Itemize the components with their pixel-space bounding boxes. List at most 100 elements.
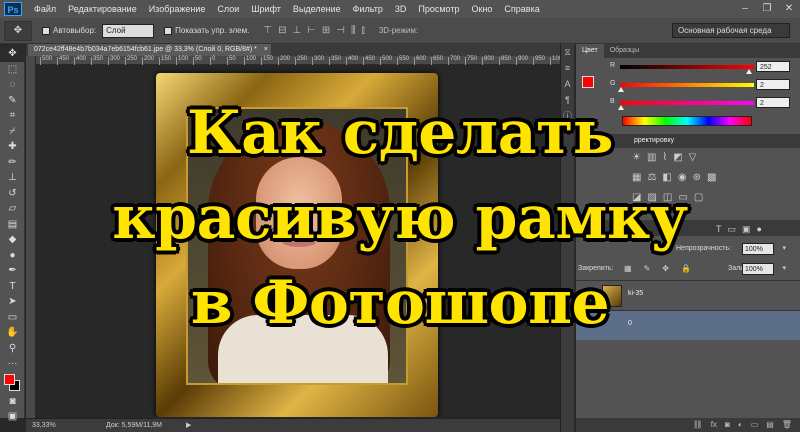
black-white-icon[interactable]: ◧ bbox=[662, 172, 671, 183]
menu-help[interactable]: Справка bbox=[498, 4, 545, 14]
headline-line-3: в Фотошопе bbox=[190, 268, 610, 338]
menu-3d[interactable]: 3D bbox=[389, 4, 413, 14]
channel-mixer-icon[interactable]: ⊛ bbox=[693, 172, 701, 183]
align-buttons: ⊤ ⊟ ⊥ ⊢ ⊞ ⊣ ⫼ ⫾ bbox=[263, 25, 364, 36]
ruler-tick-label: 0 bbox=[209, 56, 216, 65]
zoom-tool-icon[interactable]: ⚲ bbox=[0, 341, 25, 357]
ruler-tick-label: 150 bbox=[260, 56, 274, 65]
quick-mask-icon[interactable]: ◙ bbox=[0, 394, 25, 410]
ruler-tick-label: 600 bbox=[413, 56, 427, 65]
color-swatches[interactable] bbox=[0, 372, 24, 394]
menu-type[interactable]: Шрифт bbox=[245, 4, 287, 14]
menu-layers[interactable]: Слои bbox=[211, 4, 245, 14]
auto-select-checkbox[interactable] bbox=[42, 26, 50, 35]
channel-value-input[interactable]: 2 bbox=[756, 79, 790, 90]
add-mask-icon[interactable]: ◙ bbox=[725, 418, 730, 432]
3d-mode-label: 3D-режим: bbox=[378, 26, 419, 35]
photoshop-logo: Ps bbox=[4, 2, 22, 16]
auto-select-dropdown[interactable]: Слой bbox=[102, 23, 155, 38]
distribute-h-icon[interactable]: ⫾ bbox=[362, 25, 365, 36]
document-tab-title: 072ce42ff48e4b7b034a7eb6154fcb61.jpe @ 3… bbox=[34, 46, 257, 53]
align-hcenter-icon[interactable]: ⊞ bbox=[322, 25, 330, 36]
auto-select-label: Автовыбор: bbox=[53, 26, 97, 35]
slider-thumb[interactable] bbox=[745, 69, 752, 74]
channel-value-input[interactable]: 252 bbox=[756, 61, 790, 72]
horizontal-ruler[interactable]: 500 450 400 350 300 250 200 150 100 50 0 50 100 150 20… bbox=[36, 56, 565, 65]
slider-thumb[interactable] bbox=[618, 87, 625, 92]
window-controls: – ❐ ✕ bbox=[734, 0, 800, 18]
screen-mode-icon[interactable]: ▣ bbox=[0, 409, 25, 425]
hue-saturation-icon[interactable]: ▦ bbox=[632, 172, 641, 183]
menu-image[interactable]: Изображение bbox=[143, 4, 212, 14]
menu-select[interactable]: Выделение bbox=[287, 4, 347, 14]
close-document-icon[interactable]: × bbox=[264, 44, 268, 56]
ruler-tick-label: 250 bbox=[294, 56, 308, 65]
headline-line-1: Как сделать bbox=[187, 98, 613, 168]
ruler-tick-label: 100 bbox=[175, 56, 189, 65]
character-panel-icon[interactable]: A bbox=[561, 76, 574, 92]
link-layers-icon[interactable]: ⛓ bbox=[693, 418, 703, 432]
document-size-info: Док: 5,59M/11,9M bbox=[106, 422, 162, 429]
more-tools-icon[interactable]: ··· bbox=[0, 356, 25, 372]
close-window-button[interactable]: ✕ bbox=[778, 0, 800, 18]
ruler-tick-label: 550 bbox=[396, 56, 410, 65]
minimize-button[interactable]: – bbox=[734, 0, 756, 18]
layer-style-icon[interactable]: fx bbox=[711, 418, 717, 432]
color-panel-tabs: Цвет Образцы bbox=[576, 44, 800, 58]
ruler-tick-label: 50 bbox=[193, 56, 202, 65]
color-lookup-icon[interactable]: ▩ bbox=[707, 172, 716, 183]
distribute-icon[interactable]: ⫼ bbox=[351, 25, 356, 36]
ruler-tick-label: 350 bbox=[90, 56, 104, 65]
adjustment-icons-row-2: ▦ ⚖ ◧ ◉ ⊛ ▩ bbox=[632, 172, 792, 183]
ruler-tick-label: 500 bbox=[379, 56, 393, 65]
photo-filter-icon[interactable]: ◉ bbox=[678, 172, 687, 183]
new-adjustment-icon[interactable]: ◐ bbox=[738, 418, 743, 432]
ruler-tick-label: 950 bbox=[532, 56, 546, 65]
menu-filter[interactable]: Фильтр bbox=[347, 4, 389, 14]
ruler-tick-label: 50 bbox=[227, 56, 236, 65]
channel-slider[interactable] bbox=[620, 65, 754, 74]
ruler-tick-label: 650 bbox=[430, 56, 444, 65]
move-tool-icon[interactable]: ✥ bbox=[0, 46, 25, 62]
ruler-tick-label: 200 bbox=[277, 56, 291, 65]
ruler-tick-label: 700 bbox=[447, 56, 461, 65]
new-group-icon[interactable]: ▭ bbox=[751, 418, 759, 432]
ruler-tick-label: 350 bbox=[328, 56, 342, 65]
channel-label: G bbox=[610, 80, 616, 87]
status-menu-arrow[interactable]: ▶ bbox=[186, 419, 191, 432]
workspace-dropdown[interactable]: Основная рабочая среда bbox=[672, 23, 790, 38]
align-right-icon[interactable]: ⊣ bbox=[336, 25, 345, 36]
menu-view[interactable]: Просмотр bbox=[412, 4, 465, 14]
ruler-tick-label: 750 bbox=[464, 56, 478, 65]
properties-panel-icon[interactable]: ≡ bbox=[561, 60, 574, 76]
menu-window[interactable]: Окно bbox=[465, 4, 498, 14]
marquee-tool-icon[interactable]: ⬚ bbox=[0, 62, 25, 78]
align-top-icon[interactable]: ⊤ bbox=[263, 25, 272, 36]
layers-footer: ⛓ fx ◙ ◐ ▭ ▤ 🗑 bbox=[576, 418, 800, 432]
delete-layer-icon[interactable]: 🗑 bbox=[782, 418, 792, 432]
show-transform-checkbox[interactable] bbox=[164, 26, 173, 35]
ruler-tick-label: 900 bbox=[515, 56, 529, 65]
align-bottom-icon[interactable]: ⊥ bbox=[292, 25, 301, 36]
history-panel-icon[interactable]: ⧖ bbox=[561, 44, 574, 60]
show-transform-label: Показать упр. элем. bbox=[175, 26, 250, 35]
new-layer-icon[interactable]: ▤ bbox=[766, 418, 774, 432]
tab-swatches[interactable]: Образцы bbox=[604, 44, 645, 58]
align-vcenter-icon[interactable]: ⊟ bbox=[278, 25, 286, 36]
status-bar: 33,33% Док: 5,59M/11,9M ▶ bbox=[26, 418, 560, 432]
lasso-tool-icon[interactable]: ◌ bbox=[0, 77, 25, 93]
zoom-level[interactable]: 33,33% bbox=[32, 419, 56, 432]
ruler-tick-label: 500 bbox=[39, 56, 53, 65]
channel-slider[interactable] bbox=[618, 83, 754, 92]
menu-edit[interactable]: Редактирование bbox=[62, 4, 143, 14]
menu-file[interactable]: Файл bbox=[28, 4, 62, 14]
align-left-icon[interactable]: ⊢ bbox=[307, 25, 316, 36]
color-channel-r: R 252 bbox=[576, 58, 800, 76]
ruler-tick-label: 100 bbox=[243, 56, 257, 65]
tab-color[interactable]: Цвет bbox=[576, 44, 604, 58]
move-tool-preset-icon[interactable]: ✥ bbox=[4, 20, 32, 41]
restore-button[interactable]: ❐ bbox=[756, 0, 778, 18]
foreground-color-swatch[interactable] bbox=[4, 373, 15, 385]
color-balance-icon[interactable]: ⚖ bbox=[647, 172, 656, 183]
document-tab[interactable]: 072ce42ff48e4b7b034a7eb6154fcb61.jpe @ 3… bbox=[28, 44, 271, 56]
